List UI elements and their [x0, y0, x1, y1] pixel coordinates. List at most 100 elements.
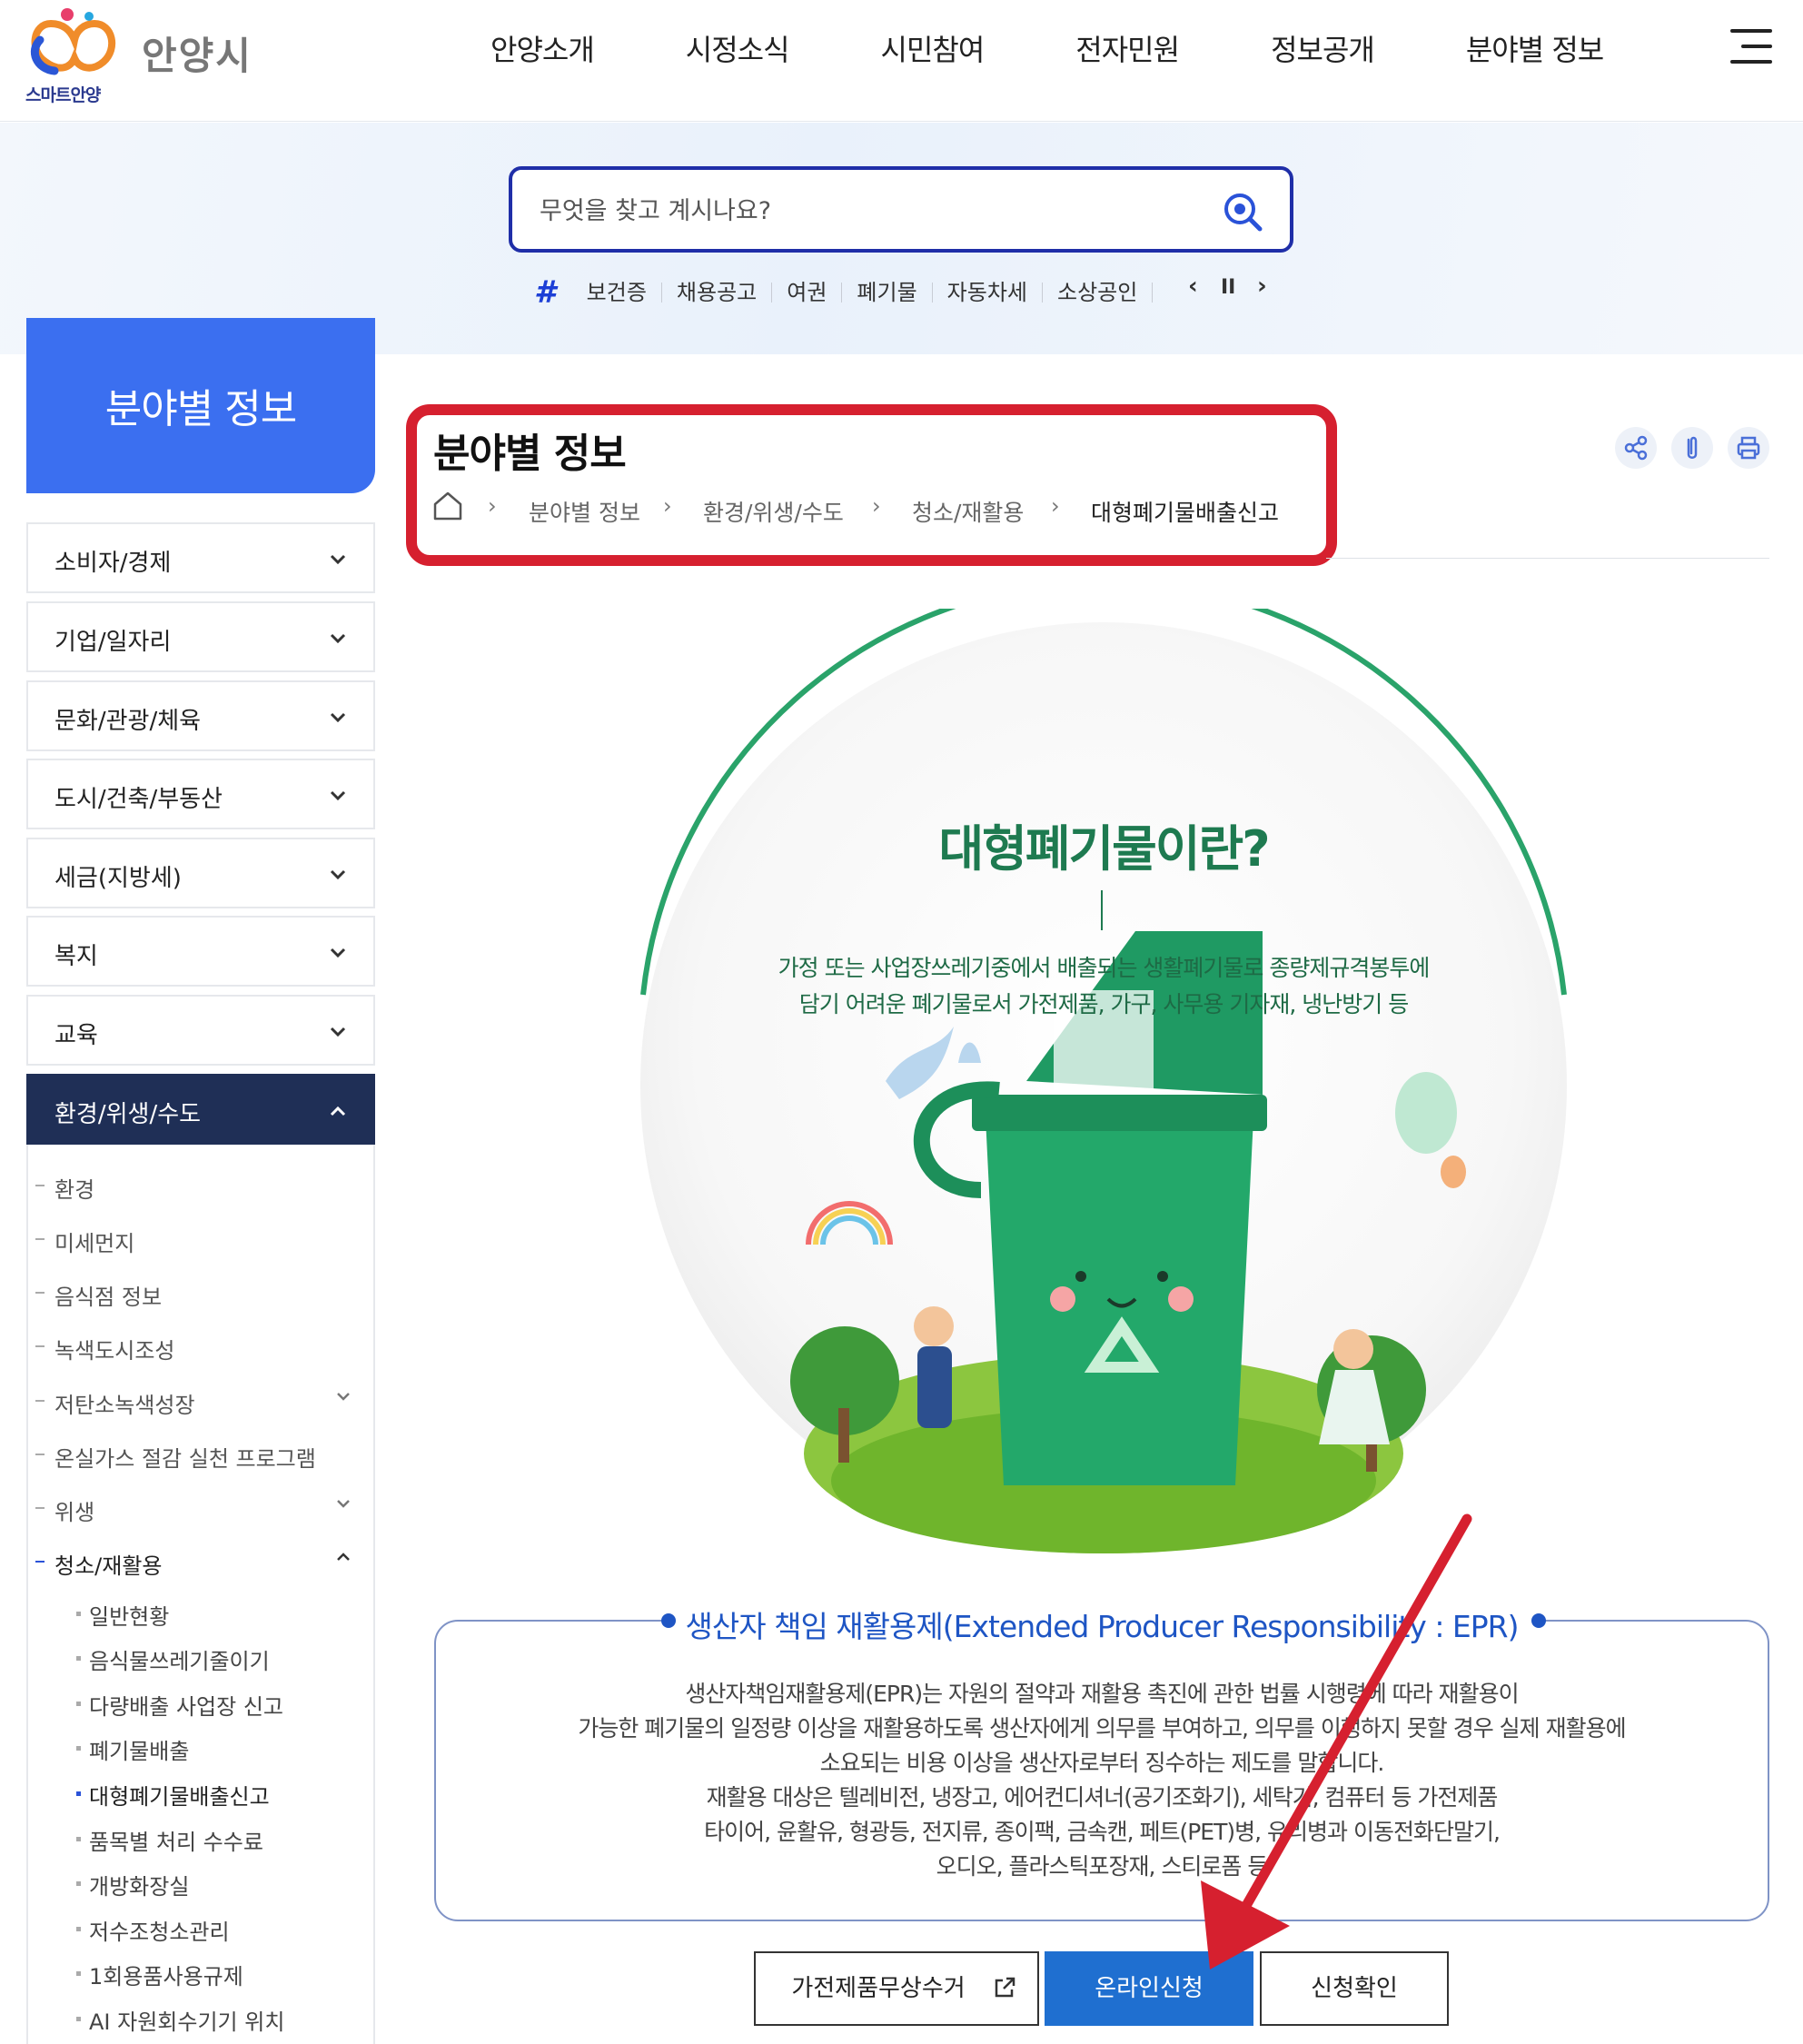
- submenu-item[interactable]: 녹색도시조성: [35, 1333, 174, 1364]
- sidebar-item-jobs[interactable]: 기업/일자리: [26, 601, 375, 672]
- sidebar-item-welfare[interactable]: 복지: [26, 916, 375, 987]
- share-icon[interactable]: [1615, 427, 1657, 469]
- tag-item[interactable]: 소상공인: [1043, 282, 1154, 303]
- submenu2-item[interactable]: AI 자원회수기기 위치: [75, 2004, 284, 2036]
- check-application-label: 신청확인: [1311, 1975, 1398, 2002]
- nav-item-news[interactable]: 시정소식: [686, 0, 790, 100]
- sidebar-item-label: 교육: [54, 1022, 98, 1049]
- submenu2-item[interactable]: 품목별 처리 수수료: [76, 1824, 263, 1856]
- illustration-desc-line: 가정 또는 사업장쓰레기중에서 배출되는 생활폐기물로 종량제규격봉투에: [778, 955, 1431, 981]
- header: 스마트안양 안양시 안양소개 시정소식 시민참여 전자민원 정보공개 분야별 정…: [0, 0, 1803, 122]
- breadcrumb-separator: ›: [663, 493, 672, 519]
- online-application-label: 온라인신청: [1095, 1975, 1204, 2002]
- chevron-down-icon: [330, 633, 346, 644]
- search-icon[interactable]: [1221, 190, 1264, 233]
- home-icon[interactable]: [431, 489, 464, 521]
- submenu2-item[interactable]: 개방화장실: [75, 1869, 189, 1900]
- popular-tags: # 보건증 채용공고 여권 폐기물 자동차세 소상공인: [534, 274, 1154, 311]
- city-name[interactable]: 안양시: [142, 25, 253, 81]
- breadcrumb-item[interactable]: 환경/위생/수도: [703, 495, 844, 528]
- free-pickup-label: 가전제품무상수거: [791, 1975, 966, 2002]
- tag-pause-icon[interactable]: II: [1221, 276, 1235, 299]
- check-application-button[interactable]: 신청확인: [1260, 1951, 1449, 2026]
- sidebar-item-culture[interactable]: 문화/관광/체육: [26, 680, 375, 751]
- tag-item[interactable]: 보건증: [572, 282, 662, 303]
- submenu2-item-active[interactable]: 대형폐기물배출신고: [76, 1779, 270, 1811]
- breadcrumb-current: 대형폐기물배출신고: [1091, 500, 1280, 526]
- submenu-item-active[interactable]: 청소/재활용: [35, 1548, 163, 1580]
- submenu-item[interactable]: 환경: [35, 1172, 94, 1204]
- chevron-up-icon[interactable]: [334, 1548, 352, 1566]
- epr-title-dot: [1531, 1613, 1546, 1628]
- breadcrumb-item[interactable]: 청소/재활용: [912, 495, 1024, 528]
- logo-subtitle: 스마트안양: [25, 85, 101, 105]
- epr-title-wrap: 생산자 책임 재활용제(Extended Producer Responsibi…: [661, 1597, 1542, 1644]
- nav-item-civil-service[interactable]: 전자민원: [1075, 0, 1180, 100]
- chevron-up-icon: [330, 1106, 346, 1116]
- tag-item[interactable]: 여권: [772, 282, 843, 303]
- search-box: [509, 166, 1293, 253]
- nav-item-field-info[interactable]: 분야별 정보: [1466, 0, 1604, 100]
- illustration-title: 대형폐기물이란?: [938, 820, 1270, 878]
- epr-text-line: 가능한 폐기물의 일정량 이상을 재활용하도록 생산자에게 의무를 부여하고, …: [578, 1715, 1626, 1741]
- chevron-down-icon[interactable]: [334, 1494, 352, 1513]
- online-application-button[interactable]: 온라인신청: [1045, 1951, 1253, 2026]
- print-icon[interactable]: [1728, 427, 1769, 469]
- waste-bin-illustration: [640, 609, 1567, 1553]
- epr-text-line: 소요되는 비용 이상을 생산자로부터 징수하는 제도를 말합니다.: [819, 1750, 1385, 1776]
- chevron-down-icon[interactable]: [334, 1387, 352, 1405]
- tag-item[interactable]: 폐기물: [842, 282, 933, 303]
- submenu-item[interactable]: 위생: [35, 1494, 94, 1526]
- chevron-down-icon: [330, 712, 346, 723]
- submenu2-item[interactable]: 1회용품사용규제: [76, 1959, 243, 1990]
- submenu-item[interactable]: 저탄소녹색성장: [35, 1387, 195, 1419]
- nav-item-disclosure[interactable]: 정보공개: [1271, 0, 1375, 100]
- sidebar-item-label: 세금(지방세): [54, 865, 182, 892]
- sidebar-item-urban[interactable]: 도시/건축/부동산: [26, 759, 375, 829]
- page-title: 분야별 정보: [433, 431, 627, 477]
- tag-next-icon[interactable]: ›: [1257, 273, 1267, 300]
- nav-item-about[interactable]: 안양소개: [490, 0, 595, 100]
- main-nav: 안양소개 시정소식 시민참여 전자민원 정보공개 분야별 정보: [490, 0, 1604, 100]
- breadcrumb-item[interactable]: 분야별 정보: [529, 495, 640, 528]
- epr-text-line: 오디오, 플라스틱포장재, 스티로폼 등: [936, 1853, 1269, 1880]
- tag-item[interactable]: 채용공고: [662, 282, 773, 303]
- chevron-down-icon: [330, 869, 346, 880]
- sidebar-item-label: 소비자/경제: [54, 550, 172, 577]
- epr-text-line: 타이어, 윤활유, 형광등, 전지류, 종이팩, 금속캔, 페트(PET)병, …: [704, 1819, 1501, 1845]
- hamburger-menu-icon[interactable]: [1730, 27, 1772, 67]
- submenu2-item[interactable]: 음식물쓰레기줄이기: [76, 1643, 270, 1675]
- hashtag-icon: #: [534, 274, 556, 311]
- tag-prev-icon[interactable]: ‹: [1188, 273, 1198, 300]
- epr-text-line: 재활용 대상은 텔레비전, 냉장고, 에어컨디셔너(공기조화기), 세탁기, 컴…: [706, 1784, 1499, 1811]
- chevron-down-icon: [330, 554, 346, 565]
- submenu2-item[interactable]: 다량배출 사업장 신고: [76, 1689, 283, 1721]
- sidebar-title: 분야별 정보: [26, 318, 375, 493]
- search-input[interactable]: [540, 188, 1212, 233]
- submenu2-item[interactable]: 폐기물배출: [75, 1733, 189, 1765]
- submenu2-item[interactable]: 일반현황: [75, 1599, 169, 1631]
- submenu-item[interactable]: 미세먼지: [35, 1225, 134, 1257]
- free-appliance-pickup-button[interactable]: 가전제품무상수거: [754, 1951, 1039, 2026]
- sidebar-item-education[interactable]: 교육: [26, 995, 375, 1066]
- sidebar-item-label: 문화/관광/체육: [54, 708, 202, 735]
- sidebar-item-tax[interactable]: 세금(지방세): [26, 838, 375, 908]
- breadcrumb-separator: ›: [1051, 493, 1060, 519]
- submenu-item[interactable]: 온실가스 절감 실천 프로그램: [35, 1441, 316, 1473]
- chevron-down-icon: [330, 790, 346, 801]
- epr-text-line: 생산자책임재활용제(EPR)는 자원의 절약과 재활용 촉진에 관한 법률 시행…: [685, 1681, 1519, 1707]
- chevron-down-icon: [330, 948, 346, 958]
- title-divider: [1326, 558, 1769, 559]
- submenu2-item[interactable]: 저수조청소관리: [76, 1914, 230, 1946]
- attachment-icon[interactable]: [1671, 427, 1713, 469]
- external-link-icon: [995, 1977, 1015, 1998]
- nav-item-participation[interactable]: 시민참여: [881, 0, 986, 100]
- illustration-desc-line: 담기 어려운 폐기물로서 가전제품, 가구, 사무용 기자재, 냉난방기 등: [798, 991, 1409, 1017]
- sidebar-item-consumer[interactable]: 소비자/경제: [26, 522, 375, 593]
- sidebar-item-environment[interactable]: 환경/위생/수도: [26, 1074, 375, 1145]
- sidebar-title-label: 분야별 정보: [104, 386, 297, 432]
- tag-item[interactable]: 자동차세: [933, 282, 1043, 303]
- submenu-item[interactable]: 음식점 정보: [35, 1279, 162, 1311]
- epr-info-box: 생산자책임재활용제(EPR)는 자원의 절약과 재활용 촉진에 관한 법률 시행…: [434, 1620, 1769, 1921]
- epr-title: 생산자 책임 재활용제(Extended Producer Responsibi…: [685, 1609, 1520, 1644]
